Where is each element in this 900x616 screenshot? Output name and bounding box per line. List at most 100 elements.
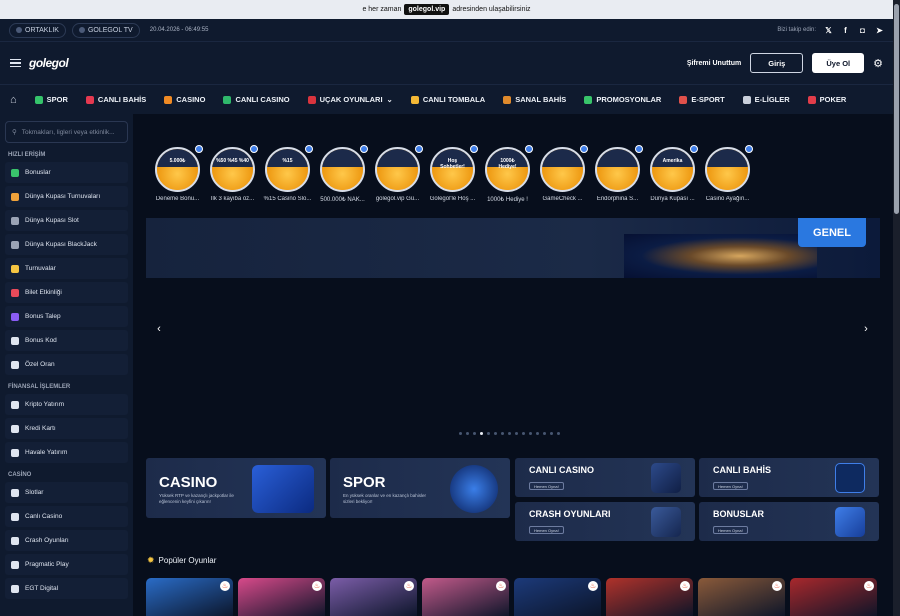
story-item[interactable]: %50 %45 %40 İlk 3 kayıba öz... <box>210 145 258 203</box>
crash-games-play-button[interactable]: Hemen Oyna! <box>529 526 564 534</box>
carousel-dot[interactable] <box>522 432 525 435</box>
carousel-dot[interactable] <box>466 432 469 435</box>
nav-item-icon <box>679 95 688 104</box>
carousel-dot[interactable] <box>501 432 504 435</box>
search-input[interactable]: Tokmakları, ligleri veya etkinlik... <box>22 129 115 136</box>
register-button[interactable]: Üye Ol <box>812 53 865 73</box>
story-item[interactable]: Casino Ayağın... <box>705 145 753 203</box>
logo[interactable]: golegol <box>29 56 69 70</box>
chevron-left-icon[interactable]: ‹ <box>153 323 165 335</box>
forgot-password-link[interactable]: Şifremi Unuttum <box>687 60 741 67</box>
carousel-dot[interactable] <box>494 432 497 435</box>
sidebar-item[interactable]: Dünya Kupası Turnuvaları <box>5 186 128 207</box>
menu-icon[interactable] <box>10 58 21 68</box>
story-label: Deneme Bonu... <box>155 196 200 202</box>
carousel-dot[interactable] <box>480 432 483 435</box>
story-item[interactable]: 5.000₺ Deneme Bonu... <box>155 145 203 203</box>
header: golegol Şifremi Unuttum Giriş Üye Ol ⚙ <box>0 42 893 84</box>
facebook-icon[interactable]: f <box>841 26 850 35</box>
carousel-dot[interactable] <box>543 432 546 435</box>
tv-label: GOLEGOL TV <box>87 26 133 34</box>
sidebar-item[interactable]: Özel Oran <box>5 354 128 375</box>
chevron-right-icon[interactable]: › <box>860 323 872 335</box>
sidebar-item[interactable]: Havale Yatırım <box>5 442 128 463</box>
carousel-dot[interactable] <box>515 432 518 435</box>
carousel-dot[interactable] <box>487 432 490 435</box>
story-item[interactable]: Amerika Dünya Kupası ... <box>650 145 698 203</box>
story-item[interactable]: Hoş Sohbetler! Golegol'le Hoş ... <box>430 145 478 203</box>
instagram-icon[interactable]: ◘ <box>858 26 867 35</box>
nav-item[interactable]: CANLI BAHİS <box>85 95 146 104</box>
crash-games-card[interactable]: CRASH OYUNLARI Hemen Oyna! <box>515 502 695 541</box>
casino-category-card[interactable]: CASINO Yüksek RTP ve kazançlı jackpotlar… <box>146 458 326 518</box>
bonuses-card[interactable]: BONUSLAR Hemen Oyna! <box>699 502 879 541</box>
partner-chip[interactable]: ORTAKLIK <box>9 22 66 38</box>
nav-item[interactable]: E-LİGLER <box>742 95 790 104</box>
carousel-dot[interactable] <box>536 432 539 435</box>
sidebar-item[interactable]: Bonus Talep <box>5 306 128 327</box>
story-item[interactable]: %15 %15 Casino Slo... <box>264 145 313 203</box>
sidebar-item[interactable]: Kripto Yatırım <box>5 394 128 415</box>
login-button[interactable]: Giriş <box>750 53 804 73</box>
nav-item[interactable]: UÇAK OYUNLARI ⌄ <box>307 95 393 104</box>
sidebar-item[interactable]: Pragmatic Play <box>5 554 128 575</box>
nav-item-label: POKER <box>819 95 847 104</box>
sidebar-item[interactable]: Turnuvalar <box>5 258 128 279</box>
canli-casino-play-button[interactable]: Hemen Oyna! <box>529 482 564 490</box>
carousel-dot[interactable] <box>508 432 511 435</box>
game-card[interactable]: ♨ <box>146 578 233 616</box>
carousel-dot[interactable] <box>459 432 462 435</box>
sidebar-item[interactable]: Dünya Kupası BlackJack <box>5 234 128 255</box>
carousel-dot[interactable] <box>529 432 532 435</box>
tv-chip[interactable]: GOLEGOL TV <box>71 22 140 38</box>
game-card[interactable]: ♨ <box>238 578 325 616</box>
story-ring: 5.000₺ <box>155 147 200 192</box>
game-card[interactable]: ♨ <box>422 578 509 616</box>
game-card[interactable]: ♨ <box>790 578 877 616</box>
sidebar-item[interactable]: Bonuslar <box>5 162 128 183</box>
canli-bahis-card[interactable]: CANLI BAHİS Hemen Oyna! <box>699 458 879 497</box>
nav-item[interactable]: SANAL BAHİS <box>503 95 566 104</box>
nav-item[interactable]: PROMOSYONLAR <box>584 95 661 104</box>
domain-link[interactable]: golegol.vip <box>404 4 450 15</box>
story-item[interactable]: golegol.vip Gü... <box>375 145 423 203</box>
sidebar-item[interactable]: Dünya Kupası Slot <box>5 210 128 231</box>
nav-item[interactable]: CANLI TOMBALA <box>410 95 485 104</box>
spor-category-card[interactable]: SPOR En yüksek oranlar ve en kazançlı ba… <box>330 458 510 518</box>
carousel-dot[interactable] <box>473 432 476 435</box>
story-item[interactable]: GameCheck ... <box>540 145 588 203</box>
sidebar-item[interactable]: Canlı Casino <box>5 506 128 527</box>
bonuses-play-button[interactable]: Hemen Oyna! <box>713 526 748 534</box>
scrollbar-thumb[interactable] <box>894 4 899 214</box>
sidebar-item[interactable]: Bonus Kod <box>5 330 128 351</box>
game-card[interactable]: ♨ <box>330 578 417 616</box>
sidebar-item[interactable]: Crash Oyunları <box>5 530 128 551</box>
game-card[interactable]: ♨ <box>514 578 601 616</box>
telegram-icon[interactable]: ➤ <box>875 26 884 35</box>
sidebar-item[interactable]: Bilet Etkinliği <box>5 282 128 303</box>
carousel-dot[interactable] <box>550 432 553 435</box>
nav-item[interactable]: CANLI CASINO <box>223 95 290 104</box>
canli-bahis-play-button[interactable]: Hemen Oyna! <box>713 482 748 490</box>
nav-item[interactable]: E-SPORT <box>679 95 725 104</box>
story-item[interactable]: 500.000₺ NAK... <box>320 145 368 203</box>
gear-icon[interactable]: ⚙ <box>873 57 883 70</box>
nav-item[interactable]: POKER <box>807 95 847 104</box>
story-item[interactable]: 1000₺ Hediye! 1000₺ Hediye ! <box>485 145 533 203</box>
game-card[interactable]: ♨ <box>606 578 693 616</box>
story-item[interactable]: Endorphina S... <box>595 145 643 203</box>
canli-casino-card[interactable]: CANLI CASINO Hemen Oyna! <box>515 458 695 497</box>
carousel-dot[interactable] <box>557 432 560 435</box>
nav-item[interactable]: SPOR <box>34 95 68 104</box>
nav-item[interactable]: CASINO <box>164 95 205 104</box>
sidebar-item[interactable]: EGT Digital <box>5 578 128 599</box>
sidebar-item[interactable]: Slotlar <box>5 482 128 503</box>
page-scrollbar[interactable] <box>893 0 900 616</box>
home-icon[interactable]: ⌂ <box>10 94 17 106</box>
x-icon[interactable]: 𝕏 <box>824 26 833 35</box>
game-card[interactable]: ♨ <box>698 578 785 616</box>
promo-banner[interactable]: GENEL <box>146 218 880 278</box>
search-box[interactable]: ⚲ Tokmakları, ligleri veya etkinlik... <box>5 121 128 143</box>
story-thumbnail: 5.000₺ <box>155 145 203 192</box>
sidebar-item[interactable]: Kredi Kartı <box>5 418 128 439</box>
